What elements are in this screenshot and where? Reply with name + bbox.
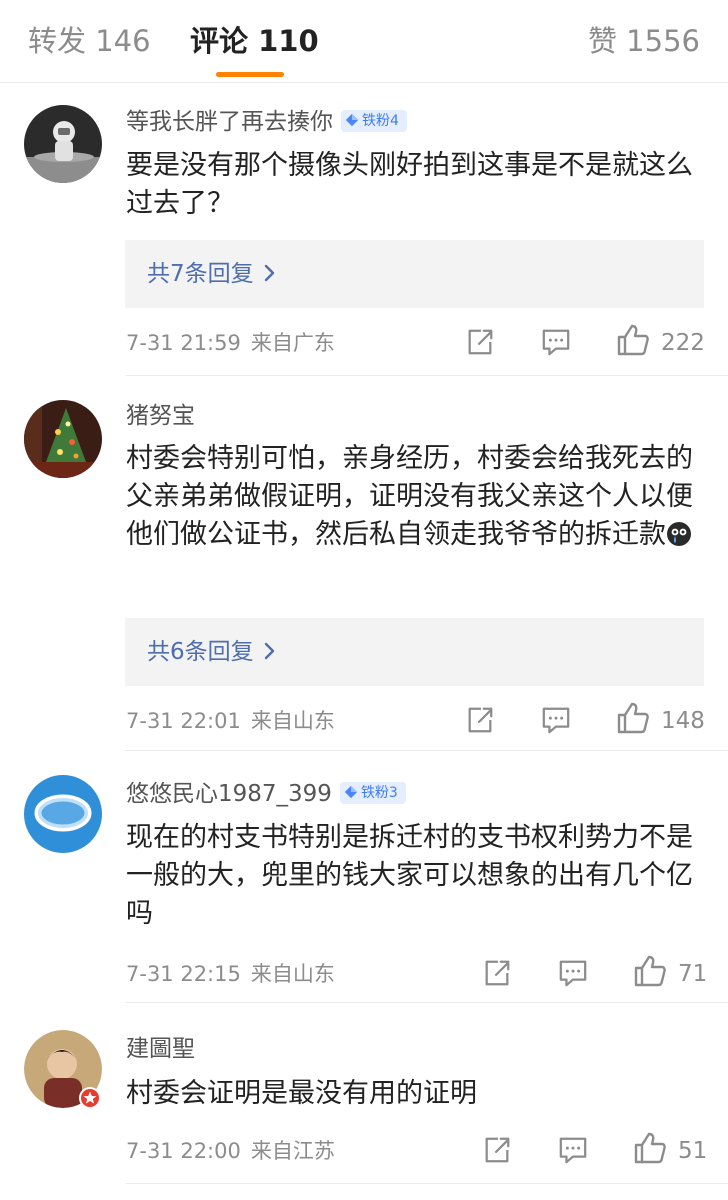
verified-badge-icon	[79, 1087, 101, 1109]
comment-item: 等我长胖了再去揍你 铁粉4 要是没有那个摄像头刚好拍到这事是不是就这么过去了？ 共…	[0, 83, 728, 376]
username[interactable]: 等我长胖了再去揍你 铁粉4	[126, 107, 407, 137]
like-count[interactable]: 148	[661, 707, 705, 735]
crying-face-icon	[667, 521, 691, 546]
tab-comments[interactable]: 评论 110	[190, 22, 319, 60]
fan-level-badge[interactable]: 铁粉3	[339, 781, 406, 804]
share-icon[interactable]	[482, 958, 512, 988]
username[interactable]: 猪努宝	[126, 401, 195, 431]
location: 来自山东	[250, 709, 335, 733]
divider	[125, 1002, 728, 1003]
like-count[interactable]: 71	[678, 960, 707, 988]
comment-icon[interactable]	[558, 958, 588, 988]
comment-meta: 7-31 22:01 来自山东	[126, 707, 335, 735]
comment-item: 建圖聖 村委会证明是最没有用的证明 7-31 22:00 来自江苏 51	[0, 1004, 728, 1184]
location: 来自广东	[250, 331, 335, 355]
tab-reposts[interactable]: 转发 146	[28, 22, 151, 60]
location: 来自山东	[250, 962, 335, 986]
comment-text: 村委会证明是最没有用的证明	[126, 1078, 477, 1109]
diamond-icon	[345, 113, 359, 127]
thumbs-up-icon[interactable]	[616, 323, 650, 357]
thumbs-up-icon[interactable]	[633, 954, 667, 988]
timestamp: 7-31 22:15	[126, 962, 241, 986]
fan-level-badge[interactable]: 铁粉4	[341, 109, 407, 132]
divider	[125, 375, 728, 376]
share-icon[interactable]	[465, 705, 495, 735]
comment-meta: 7-31 21:59 来自广东	[126, 329, 335, 357]
diamond-icon	[344, 785, 358, 799]
avatar[interactable]	[24, 775, 102, 853]
comment-item: 猪努宝 村委会特别可怕，亲身经历，村委会给我死去的父亲弟弟做假证明，证明没有我父…	[0, 377, 728, 751]
comment-icon[interactable]	[558, 1135, 588, 1165]
avatar[interactable]	[24, 400, 102, 478]
share-icon[interactable]	[465, 327, 495, 357]
comment-text: 要是没有那个摄像头刚好拍到这事是不是就这么过去了？	[126, 150, 693, 219]
comment-meta: 7-31 22:15 来自山东	[126, 960, 335, 988]
comment-item: 悠悠民心1987_399 铁粉3 现在的村支书特别是拆迁村的支书权利势力不是一般的…	[0, 752, 728, 1003]
divider	[125, 750, 728, 751]
comment-icon[interactable]	[541, 705, 571, 735]
divider	[125, 1183, 728, 1184]
username[interactable]: 建圖聖	[126, 1034, 195, 1064]
comment-meta: 7-31 22:00 来自江苏	[126, 1137, 335, 1165]
avatar[interactable]	[24, 1030, 102, 1109]
comment-text: 现在的村支书特别是拆迁村的支书权利势力不是一般的大，兜里的钱大家可以想象的出有几…	[126, 822, 693, 929]
comment-icon[interactable]	[541, 327, 571, 357]
active-tab-indicator	[216, 72, 284, 77]
share-icon[interactable]	[482, 1135, 512, 1165]
like-count[interactable]: 51	[678, 1137, 707, 1165]
chevron-right-icon	[264, 642, 274, 660]
view-replies-button[interactable]: 共6条回复	[125, 618, 704, 686]
timestamp: 7-31 22:01	[126, 709, 241, 733]
chevron-right-icon	[264, 264, 274, 282]
thumbs-up-icon[interactable]	[633, 1131, 667, 1165]
location: 来自江苏	[250, 1139, 335, 1163]
tab-bar: 转发 146 评论 110 赞 1556	[0, 0, 728, 83]
like-count[interactable]: 222	[661, 329, 705, 357]
tab-likes[interactable]: 赞 1556	[588, 22, 700, 60]
thumbs-up-icon[interactable]	[616, 701, 650, 735]
view-replies-button[interactable]: 共7条回复	[125, 240, 704, 308]
comment-text: 村委会特别可怕，亲身经历，村委会给我死去的父亲弟弟做假证明，证明没有我父亲这个人…	[126, 443, 693, 550]
username[interactable]: 悠悠民心1987_399 铁粉3	[126, 779, 406, 809]
timestamp: 7-31 22:00	[126, 1139, 241, 1163]
timestamp: 7-31 21:59	[126, 331, 241, 355]
avatar[interactable]	[24, 105, 102, 183]
